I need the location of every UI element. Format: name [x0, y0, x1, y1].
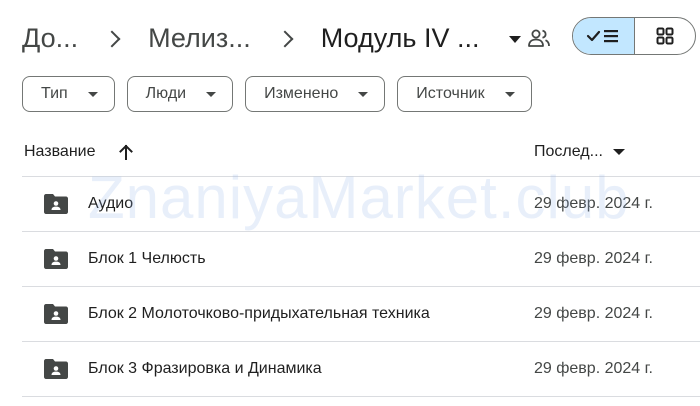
view-toggle	[572, 17, 696, 55]
file-modified-date: 29 февр. 2024 г.	[534, 195, 653, 212]
file-name: Аудио	[88, 195, 134, 212]
filter-chip-people[interactable]: Люди	[126, 76, 234, 112]
caret-down-icon	[504, 91, 515, 97]
chevron-right-icon	[103, 30, 121, 48]
drive-page: До... Мелиз... Модуль IV ... Тип Люди Из…	[0, 0, 700, 406]
caret-down-icon	[358, 91, 369, 97]
file-name: Блок 2 Молоточково-придыхательная техник…	[88, 305, 430, 322]
breadcrumb-item-current[interactable]: Модуль IV ...	[321, 23, 480, 54]
checkmark-list-icon	[586, 30, 618, 43]
table-row[interactable]: Блок 2 Молоточково-придыхательная техник…	[22, 286, 700, 341]
filter-chip-source[interactable]: Источник	[397, 76, 532, 112]
file-modified-date: 29 февр. 2024 г.	[534, 360, 653, 377]
column-header-name[interactable]: Название	[24, 143, 134, 161]
caret-down-icon	[87, 91, 98, 97]
chevron-right-icon	[276, 30, 294, 48]
filter-chip-type[interactable]: Тип	[22, 76, 115, 112]
file-modified-date: 29 февр. 2024 г.	[534, 250, 653, 267]
filter-chip-label: Люди	[145, 85, 187, 102]
filter-chip-label: Источник	[416, 85, 485, 102]
filter-chip-label: Изменено	[264, 85, 339, 102]
list-view-button[interactable]	[573, 18, 635, 54]
caret-down-icon	[206, 91, 217, 97]
filter-chip-label: Тип	[41, 85, 68, 102]
breadcrumb: До... Мелиз... Модуль IV ...	[22, 18, 522, 58]
breadcrumb-item-root[interactable]: До...	[22, 23, 78, 54]
shared-folder-icon	[44, 249, 68, 269]
filter-chips: Тип Люди Изменено Источник	[22, 76, 532, 112]
filter-chip-modified[interactable]: Изменено	[245, 76, 386, 112]
breadcrumb-item-parent[interactable]: Мелиз...	[148, 23, 251, 54]
arrow-up-icon[interactable]	[118, 143, 134, 161]
shared-folder-icon	[44, 194, 68, 214]
table-row[interactable]: Блок 1 Челюсть 29 февр. 2024 г.	[22, 231, 700, 286]
grid-icon	[656, 27, 674, 45]
caret-down-icon	[612, 149, 625, 155]
shared-folder-icon	[44, 304, 68, 324]
people-icon[interactable]	[527, 27, 551, 49]
grid-view-button[interactable]	[635, 18, 695, 54]
column-header-name-label: Название	[24, 143, 96, 160]
file-name: Блок 1 Челюсть	[88, 250, 206, 267]
folder-menu-dropdown-icon[interactable]	[509, 35, 522, 43]
file-list: Аудио 29 февр. 2024 г. Блок 1 Челюсть 29…	[22, 176, 700, 397]
table-row[interactable]: Аудио 29 февр. 2024 г.	[22, 176, 700, 231]
shared-folder-icon	[44, 359, 68, 379]
column-header-modified[interactable]: Послед...	[534, 143, 625, 161]
file-modified-date: 29 февр. 2024 г.	[534, 305, 653, 322]
column-header-modified-label: Послед...	[534, 143, 603, 160]
file-name: Блок 3 Фразировка и Динамика	[88, 360, 322, 377]
table-row[interactable]: Блок 3 Фразировка и Динамика 29 февр. 20…	[22, 341, 700, 397]
